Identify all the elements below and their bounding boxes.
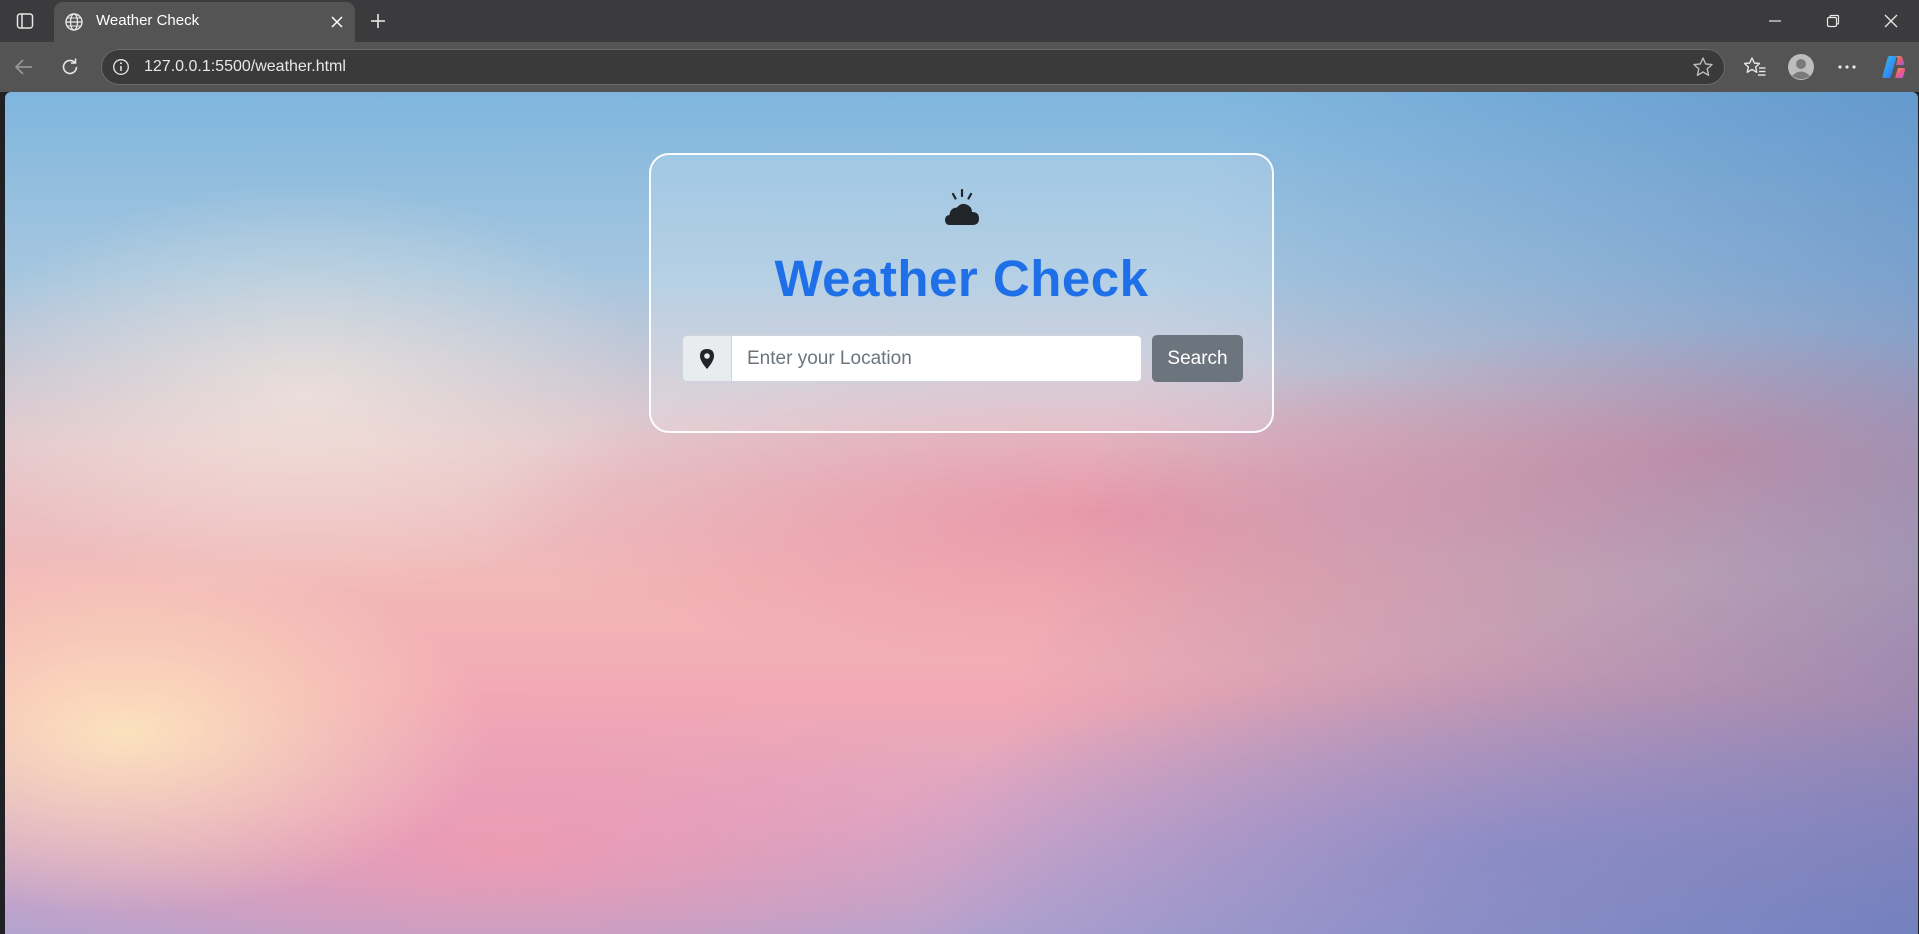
plus-icon[interactable] (364, 7, 392, 35)
info-icon[interactable] (111, 57, 131, 77)
close-icon[interactable] (327, 12, 347, 32)
location-input[interactable] (731, 335, 1142, 382)
weather-card: Weather Check Search (649, 153, 1274, 433)
address-bar[interactable]: 127.0.0.1:5500/weather.html (101, 49, 1725, 85)
close-window-icon[interactable] (1874, 6, 1908, 36)
copilot-icon[interactable] (1878, 52, 1908, 82)
back-arrow-icon[interactable] (9, 52, 39, 82)
tab-actions-icon[interactable] (10, 8, 40, 34)
restore-icon[interactable] (1816, 6, 1850, 36)
search-group: Search (682, 335, 1244, 382)
minimize-icon[interactable] (1758, 6, 1792, 36)
tab-strip: Weather Check (0, 0, 1919, 42)
cloud-sun-icon (942, 187, 982, 229)
page-viewport: Weather Check Search (5, 92, 1918, 934)
profile-icon[interactable] (1786, 52, 1816, 82)
more-icon[interactable] (1832, 52, 1862, 82)
page-title: Weather Check (774, 250, 1149, 307)
star-icon[interactable] (1692, 56, 1714, 78)
map-pin-icon (682, 335, 732, 382)
search-button[interactable]: Search (1152, 335, 1243, 382)
browser-toolbar: 127.0.0.1:5500/weather.html (0, 42, 1919, 92)
globe-icon (64, 12, 84, 32)
browser-tab[interactable]: Weather Check (54, 2, 355, 42)
favorites-icon[interactable] (1740, 52, 1770, 82)
tab-title: Weather Check (96, 12, 200, 29)
address-url[interactable]: 127.0.0.1:5500/weather.html (144, 58, 346, 76)
reload-icon[interactable] (55, 52, 85, 82)
